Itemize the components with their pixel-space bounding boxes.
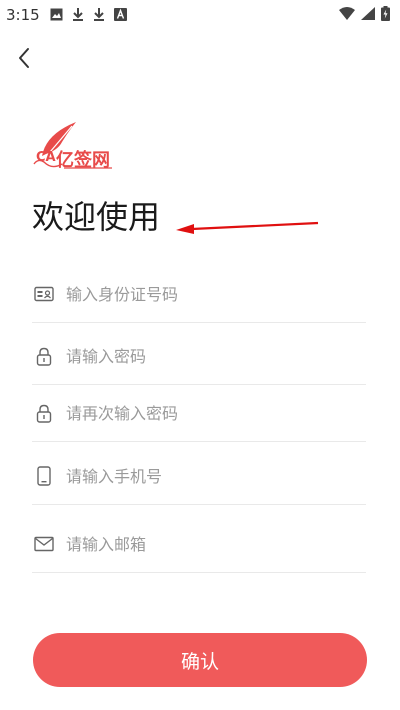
password-field[interactable] [32,328,366,385]
download-icon [73,8,83,21]
id-number-input[interactable] [66,284,366,304]
chevron-left-icon [19,48,29,68]
lock-icon [34,346,54,366]
download-icon [94,8,104,21]
battery-charging-icon [381,6,390,21]
confirm-password-field[interactable] [32,385,366,442]
signal-icon [361,7,375,20]
confirm-button[interactable]: 确认 [33,633,367,687]
phone-icon [34,466,54,486]
lock-icon [34,403,54,423]
id-number-field[interactable] [32,266,366,323]
email-input[interactable] [66,534,366,554]
mail-icon [34,534,54,554]
page-title: 欢迎使用 [32,198,161,236]
wifi-icon [339,7,355,20]
id-card-icon [34,284,54,304]
phone-input[interactable] [66,466,366,486]
back-button[interactable] [12,44,40,72]
notification-icons [50,7,127,21]
logo-ca-text: CA [36,150,56,165]
email-field[interactable] [32,516,366,573]
confirm-password-input[interactable] [66,403,366,423]
logo-name: 亿签网 [56,150,110,171]
phone-field[interactable] [32,448,366,505]
status-time: 3:15 [6,6,40,24]
image-icon [50,8,63,20]
font-icon [114,7,127,21]
status-bar: 3:15 [0,0,400,28]
password-input[interactable] [66,346,366,366]
system-icons [339,6,390,21]
annotation-arrow-icon [176,221,319,234]
